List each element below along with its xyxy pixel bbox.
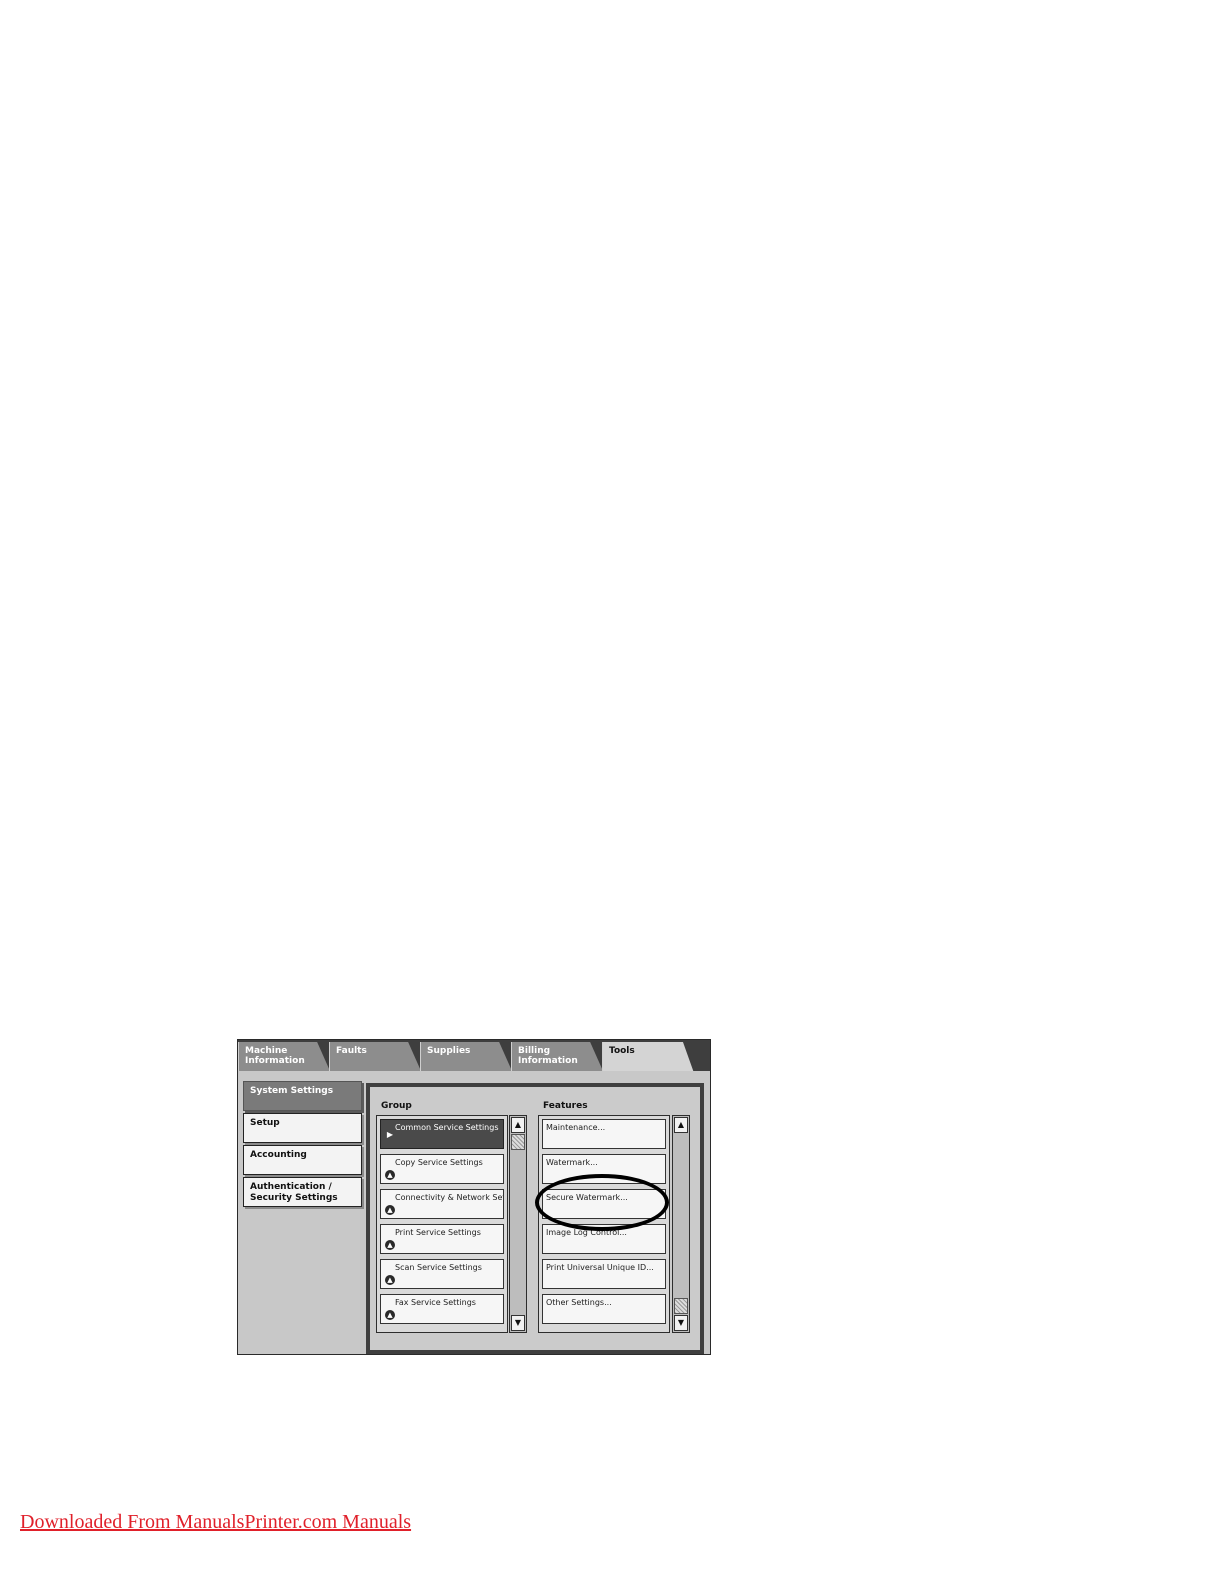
group-item-label: Copy Service Settings (395, 1158, 483, 1167)
feature-watermark[interactable]: Watermark... (542, 1154, 666, 1184)
arrow-right-icon: ▶ (386, 1130, 394, 1139)
triangle-up-icon: ▲ (385, 1205, 395, 1215)
triangle-up-icon: ▲ (385, 1170, 395, 1180)
side-item-accounting[interactable]: Accounting (243, 1145, 362, 1175)
side-item-setup[interactable]: Setup (243, 1113, 362, 1143)
tab-supplies[interactable]: Supplies (420, 1042, 512, 1071)
group-item-label: Connectivity & Network Setup (395, 1193, 504, 1202)
features-scrollbar[interactable]: ▲ ▼ (672, 1115, 690, 1333)
side-item-authentication-security[interactable]: Authentication / Security Settings (243, 1177, 362, 1207)
tab-billing-information[interactable]: Billing Information (511, 1042, 603, 1071)
tab-machine-information[interactable]: Machine Information (238, 1042, 330, 1071)
settings-panel: Group Features ▶ Common Service Settings… (366, 1083, 704, 1354)
feature-image-log-control[interactable]: Image Log Control... (542, 1224, 666, 1254)
feature-print-universal-unique-id[interactable]: Print Universal Unique ID... (542, 1259, 666, 1289)
group-item-label: Fax Service Settings (395, 1298, 476, 1307)
feature-other-settings[interactable]: Other Settings... (542, 1294, 666, 1324)
group-item-print-service-settings[interactable]: ▲ Print Service Settings (380, 1224, 504, 1254)
group-item-label: Scan Service Settings (395, 1263, 482, 1272)
features-list: Maintenance... Watermark... Secure Water… (538, 1115, 670, 1333)
features-title: Features (543, 1101, 588, 1111)
scroll-up-icon[interactable]: ▲ (511, 1117, 525, 1133)
feature-secure-watermark[interactable]: Secure Watermark... (542, 1189, 666, 1219)
group-item-copy-service-settings[interactable]: ▲ Copy Service Settings (380, 1154, 504, 1184)
scroll-down-icon[interactable]: ▼ (511, 1315, 525, 1331)
scroll-down-icon[interactable]: ▼ (674, 1315, 688, 1331)
footer-download-link[interactable]: Downloaded From ManualsPrinter.com Manua… (20, 1511, 411, 1534)
group-item-connectivity-network-setup[interactable]: ▲ Connectivity & Network Setup (380, 1189, 504, 1219)
triangle-up-icon: ▲ (385, 1310, 395, 1320)
scroll-up-icon[interactable]: ▲ (674, 1117, 688, 1133)
triangle-up-icon: ▲ (385, 1275, 395, 1285)
side-menu: System Settings Setup Accounting Authent… (243, 1081, 365, 1209)
tools-body: System Settings Setup Accounting Authent… (238, 1071, 710, 1354)
settings-panel-inner: Group Features ▶ Common Service Settings… (370, 1087, 700, 1350)
group-item-scan-service-settings[interactable]: ▲ Scan Service Settings (380, 1259, 504, 1289)
group-item-common-service-settings[interactable]: ▶ Common Service Settings (380, 1119, 504, 1149)
group-list: ▶ Common Service Settings ▲ Copy Service… (376, 1115, 508, 1333)
group-item-label: Print Service Settings (395, 1228, 481, 1237)
triangle-up-icon: ▲ (385, 1240, 395, 1250)
tab-faults[interactable]: Faults (329, 1042, 421, 1071)
group-scrollbar[interactable]: ▲ ▼ (509, 1115, 527, 1333)
scroll-thumb[interactable] (674, 1298, 688, 1314)
side-item-system-settings[interactable]: System Settings (243, 1081, 362, 1111)
group-title: Group (381, 1101, 412, 1111)
group-item-fax-service-settings[interactable]: ▲ Fax Service Settings (380, 1294, 504, 1324)
feature-maintenance[interactable]: Maintenance... (542, 1119, 666, 1149)
tab-bar: Machine Information Faults Supplies Bill… (238, 1040, 710, 1073)
group-item-label: Common Service Settings (395, 1123, 499, 1132)
tab-tools[interactable]: Tools (602, 1042, 694, 1073)
scroll-thumb[interactable] (511, 1134, 525, 1150)
tools-screen: Machine Information Faults Supplies Bill… (237, 1039, 711, 1355)
